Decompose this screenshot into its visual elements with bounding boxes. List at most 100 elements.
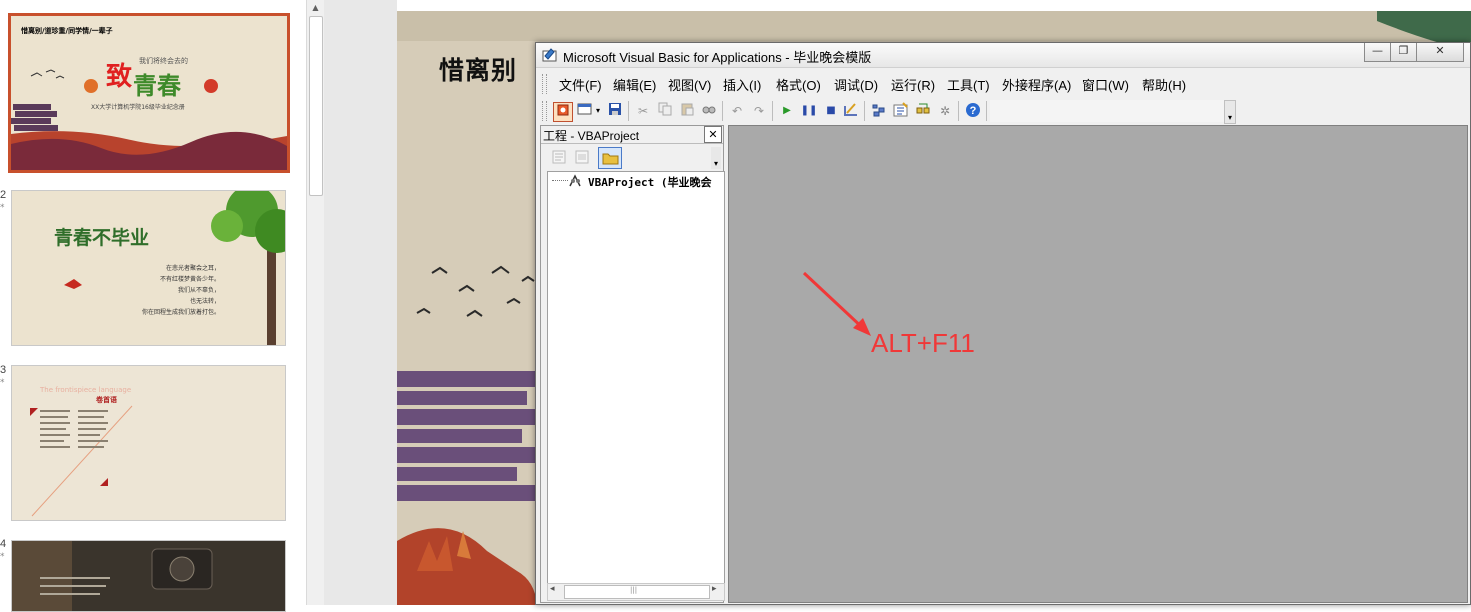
vba-app-icon [542, 48, 557, 62]
vba-standard-toolbar: ▾ ✂ ↶ ↷ ▶ ❚❚ ■ ✲ ? ▾ [540, 98, 1236, 124]
cut-icon[interactable]: ✂ [634, 102, 652, 120]
project-explorer-pane: 工程 - VBAProject ✕ ▾ VBAProject (毕业晚会 ◂ |… [540, 125, 725, 603]
menu-file[interactable]: 文件(F) [559, 75, 602, 94]
properties-window-icon[interactable] [892, 102, 910, 120]
menu-view[interactable]: 视图(V) [668, 75, 711, 94]
slide-thumbnail-4[interactable] [11, 540, 286, 612]
project-tree-hscrollbar[interactable]: ◂ ||| ▸ [547, 583, 725, 601]
toolbar-separator [722, 101, 723, 121]
slide-thumbnail-pane: 惜离别/道珍重/同学情/一辈子 我们将终会去的 致 青春 XX大学计算机学院16… [0, 0, 306, 612]
toolbar-separator [986, 101, 987, 121]
menu-insert[interactable]: 插入(I) [723, 75, 761, 94]
menu-tools[interactable]: 工具(T) [947, 75, 990, 94]
slide-1-title: 惜离别/道珍重/同学情/一辈子 [21, 27, 113, 35]
save-icon[interactable] [606, 102, 624, 120]
menu-format[interactable]: 格式(O) [776, 75, 821, 94]
close-window-button[interactable]: ✕ [1416, 43, 1464, 62]
object-browser-icon[interactable] [914, 102, 932, 120]
view-code-icon[interactable] [551, 149, 567, 165]
menu-addins[interactable]: 外接程序(A) [1002, 75, 1071, 94]
scroll-left-button[interactable]: ◂ [550, 584, 555, 594]
slide-thumbnail-3[interactable]: The frontispiece language 卷首语 [11, 365, 286, 521]
toolbar-separator [958, 101, 959, 121]
slide-star: * [0, 378, 5, 388]
break-icon[interactable]: ❚❚ [800, 102, 818, 120]
editor-background [324, 0, 397, 605]
project-explorer-icon[interactable] [870, 102, 888, 120]
slide-2-poem: 在悲光者聚会之耳， 不有红楼梦黄各少年。 我们从不辜负， 也无法转， 你在回程生… [142, 263, 220, 318]
help-icon[interactable]: ? [964, 102, 982, 120]
design-mode-icon[interactable] [842, 102, 860, 120]
redo-icon[interactable]: ↷ [750, 102, 768, 120]
vba-menu-bar: 文件(F) 编辑(E) 视图(V) 插入(I) 格式(O) 调试(D) 运行(R… [540, 71, 1464, 97]
project-explorer-header: 工程 - VBAProject ✕ [541, 126, 723, 144]
svg-text:?: ? [970, 105, 977, 117]
code-area[interactable]: ALT+F11 [728, 125, 1468, 603]
slide-3-heading-cn: 卷首语 [96, 396, 117, 404]
vba-window-title: Microsoft Visual Basic for Applications … [563, 50, 872, 65]
slide-1-big-word: 青春 [133, 72, 181, 100]
thumbnail-scrollbar[interactable]: ▲ [306, 0, 324, 605]
slide-star: * [0, 552, 5, 562]
run-icon[interactable]: ▶ [778, 102, 796, 120]
menu-help[interactable]: 帮助(H) [1142, 75, 1186, 94]
slide-4-art [12, 541, 285, 611]
scrollbar-thumb[interactable] [309, 16, 323, 196]
slide-number: 4 [0, 538, 7, 550]
scroll-up-button[interactable]: ▲ [307, 0, 324, 15]
menu-window[interactable]: 窗口(W) [1082, 75, 1129, 94]
slide-number: 2 [0, 189, 7, 201]
slide-1-subtitle: XX大学计算机学院16级毕业纪念册 [91, 104, 185, 111]
restore-button[interactable]: ❐ [1390, 43, 1417, 62]
insert-dropdown-arrow-icon[interactable]: ▾ [594, 102, 602, 120]
project-explorer-toolbar: ▾ [541, 145, 723, 171]
slide-star: * [0, 203, 5, 213]
hscroll-thumb[interactable]: ||| [564, 585, 710, 599]
poem-line: 不有红楼梦黄各少年。 [160, 276, 221, 283]
view-object-icon[interactable] [574, 149, 590, 165]
toolbox-icon[interactable]: ✲ [936, 102, 954, 120]
slide-number: 3 [0, 364, 7, 376]
poem-line: 我们从不辜负， [178, 287, 221, 294]
slide-1-big-char: 致 [106, 62, 133, 92]
scroll-right-button[interactable]: ▸ [712, 584, 717, 594]
toolbar-empty-area [990, 100, 1227, 122]
tree-connector-line [552, 180, 568, 181]
menu-edit[interactable]: 编辑(E) [613, 75, 656, 94]
menubar-grip [542, 74, 547, 94]
poem-line: 也无法转， [190, 298, 221, 305]
shortcut-annotation: ALT+F11 [871, 328, 975, 358]
poem-line: 在悲光者聚会之耳， [166, 265, 221, 272]
toolbar-separator [628, 101, 629, 121]
slide-2-title: 青春不毕业 [54, 227, 150, 249]
toolbar-separator [864, 101, 865, 121]
toolbar-separator [772, 101, 773, 121]
toolbar-options-arrow-icon[interactable]: ▾ [1224, 100, 1236, 124]
project-toolbar-arrow-icon[interactable]: ▾ [711, 147, 721, 169]
slide-thumbnail-1[interactable]: 惜离别/道珍重/同学情/一辈子 我们将终会去的 致 青春 XX大学计算机学院16… [8, 13, 290, 173]
vba-title-bar[interactable]: Microsoft Visual Basic for Applications … [536, 43, 1470, 68]
tree-item-vbaproject[interactable]: VBAProject (毕业晚会 [588, 174, 711, 190]
view-host-app-icon[interactable] [553, 102, 573, 122]
vba-editor-window[interactable]: Microsoft Visual Basic for Applications … [535, 42, 1471, 605]
menu-run[interactable]: 运行(R) [891, 75, 935, 94]
hscroll-grip: ||| [630, 586, 638, 594]
reset-icon[interactable]: ■ [822, 102, 840, 120]
toggle-folders-icon[interactable] [598, 147, 622, 169]
project-tree[interactable]: VBAProject (毕业晚会 [547, 171, 725, 584]
close-pane-button[interactable]: ✕ [704, 126, 722, 143]
insert-userform-icon[interactable] [576, 102, 594, 120]
undo-icon[interactable]: ↶ [728, 102, 746, 120]
slide-1-line1: 我们将终会去的 [139, 57, 188, 65]
vbaproject-icon [568, 173, 584, 189]
slide-title: 惜离别 [439, 56, 518, 85]
paste-icon[interactable] [678, 102, 696, 120]
copy-icon[interactable] [656, 102, 674, 120]
menu-debug[interactable]: 调试(D) [834, 75, 878, 94]
slide-thumbnail-2[interactable]: 青春不毕业 在悲光者聚会之耳， 不有红楼梦黄各少年。 我们从不辜负， 也无法转，… [11, 190, 286, 346]
find-icon[interactable] [700, 102, 718, 120]
toolbar-grip [542, 101, 547, 121]
minimize-button[interactable]: — [1364, 43, 1391, 62]
project-explorer-title: 工程 - VBAProject [543, 129, 640, 143]
slide-3-heading-en: The frontispiece language [40, 386, 132, 394]
